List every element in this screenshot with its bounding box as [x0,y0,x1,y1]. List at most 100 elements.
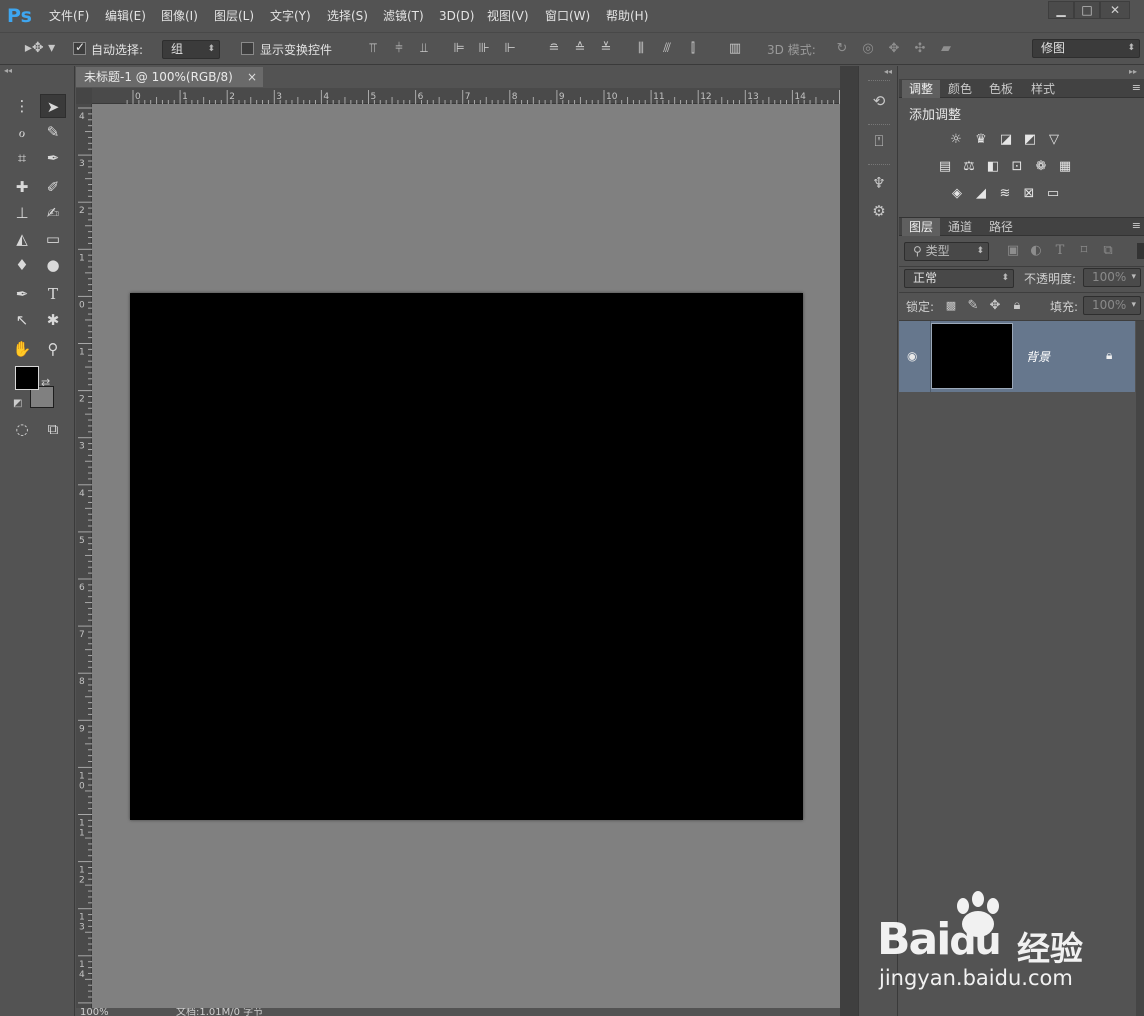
lock-all-icon[interactable]: 🔒︎ [1010,297,1024,315]
crop-tool-icon[interactable]: ⌗ [9,146,35,170]
align-hcenter-icon[interactable]: ⊪ [476,40,492,58]
filter-toggle[interactable] [1137,243,1144,259]
layer-filter-dropdown[interactable]: ⚲ 类型 ⬍ [904,242,989,261]
filter-adjust-icon[interactable]: ◐ [1028,242,1044,260]
lock-transparency-icon[interactable]: ▩ [944,297,958,315]
quick-select-tool-icon[interactable]: ✎ [40,120,66,144]
auto-select-dropdown[interactable]: 组 ⬍ [162,40,220,59]
quick-mask-icon[interactable]: ◌ [9,417,35,441]
distribute-left-icon[interactable]: ⫼ [633,40,649,58]
3d-scale-icon[interactable]: ▰ [937,40,955,58]
distribute-hcenter-icon[interactable]: ⫻ [659,40,675,58]
fill-input[interactable]: 100% ▾ [1083,296,1141,315]
panel-menu-icon[interactable]: ≡ [1132,81,1141,94]
menu-image[interactable]: 图像(I) [161,0,198,32]
channel-mixer-icon[interactable]: ❁ [1032,160,1050,174]
opacity-input[interactable]: 100% ▾ [1083,268,1141,287]
healing-brush-icon[interactable]: ✚ [9,175,35,199]
menu-file[interactable]: 文件(F) [49,0,89,32]
gradient-tool-icon[interactable]: ▭ [40,227,66,251]
panel-menu-icon[interactable]: ≡ [1132,219,1141,232]
path-select-icon[interactable]: ↖ [9,308,35,332]
filter-type-icon[interactable]: T [1052,242,1068,260]
workspace-dropdown[interactable]: 修图 ⬍ [1032,39,1140,58]
align-vcenter-icon[interactable]: ⫩ [391,40,407,58]
collapse-panels-icon[interactable]: ▸▸ [1129,67,1137,76]
brightness-contrast-icon[interactable]: ☼ [947,133,965,147]
layers-scrollbar[interactable] [1136,321,1144,1016]
gradient-map-icon[interactable]: ▭ [1044,187,1062,201]
menu-select[interactable]: 选择(S) [327,0,368,32]
clone-stamp-icon[interactable]: ⊥ [9,201,35,225]
eye-visibility-icon[interactable]: ◉ [907,349,921,363]
align-right-icon[interactable]: ⊩ [502,40,518,58]
close-button[interactable]: ✕ [1100,1,1130,19]
hand-tool-icon[interactable]: ✋ [9,337,35,361]
minimize-button[interactable]: ▁ [1048,1,1074,19]
3d-rotate-icon[interactable]: ↻ [833,40,851,58]
tab-paths[interactable]: 路径 [981,218,1021,236]
foreground-color-swatch[interactable] [15,366,39,390]
tool-presets-icon[interactable]: ⚙ [868,202,890,220]
align-top-icon[interactable]: ⫪ [365,40,381,58]
distribute-vcenter-icon[interactable]: ≙ [572,40,588,58]
move-tool-preset-icon[interactable]: ▸✥ ▾ [20,39,60,57]
ruler-vertical[interactable]: 432101234567891011121314 [76,104,92,1016]
invert-icon[interactable]: ◈ [948,187,966,201]
photo-filter-icon[interactable]: ⊡ [1008,160,1026,174]
expand-dock-icon[interactable]: ◂◂ [884,67,892,76]
zoom-tool-icon[interactable]: ⚲ [40,337,66,361]
screen-mode-icon[interactable]: ⧉ [40,417,66,441]
auto-select-checkbox[interactable] [73,40,86,55]
lock-position-icon[interactable]: ✥ [988,297,1002,315]
black-white-icon[interactable]: ◧ [984,160,1002,174]
menu-layer[interactable]: 图层(L) [214,0,254,32]
posterize-icon[interactable]: ◢ [972,187,990,201]
custom-shape-icon[interactable]: ✱ [40,308,66,332]
hue-saturation-icon[interactable]: ▤ [936,160,954,174]
tab-color[interactable]: 颜色 [941,80,979,98]
document-canvas[interactable] [130,293,803,820]
filter-pixel-icon[interactable]: ▣ [1005,242,1021,260]
levels-icon[interactable]: ♛ [972,133,990,147]
tab-adjustments[interactable]: 调整 [902,80,940,98]
distribute-right-icon[interactable]: ⫿ [685,40,701,58]
character-panel-icon[interactable]: ⍞ [868,132,890,150]
vibrance-icon[interactable]: ▽ [1045,133,1063,147]
brush-tool-icon[interactable]: ✐ [40,175,66,199]
align-left-icon[interactable]: ⊫ [451,40,467,58]
menu-type[interactable]: 文字(Y) [270,0,311,32]
tab-styles[interactable]: 样式 [1023,80,1063,98]
dodge-tool-icon[interactable]: ● [40,253,66,277]
type-tool-icon[interactable]: T [40,282,66,306]
selective-color-icon[interactable]: ⊠ [1020,187,1038,201]
blend-mode-dropdown[interactable]: 正常 ⬍ [904,269,1014,288]
collapse-icon[interactable]: ◂◂ [4,66,16,76]
move-tool-icon[interactable]: ➤ [40,94,66,118]
menu-filter[interactable]: 滤镜(T) [383,0,424,32]
menu-3d[interactable]: 3D(D) [439,0,474,32]
document-tab[interactable]: 未标题-1 @ 100%(RGB/8) × [76,67,263,87]
tab-channels[interactable]: 通道 [941,218,979,236]
threshold-icon[interactable]: ≋ [996,187,1014,201]
pen-tool-icon[interactable]: ✒ [9,282,35,306]
history-panel-icon[interactable]: ⟲ [868,92,890,110]
show-transform-checkbox[interactable] [241,42,254,55]
eraser-tool-icon[interactable]: ◭ [9,227,35,251]
maximize-button[interactable]: □ [1074,1,1100,19]
color-lookup-icon[interactable]: ▦ [1056,160,1074,174]
blur-tool-icon[interactable]: ♦ [9,253,35,277]
eyedropper-tool-icon[interactable]: ✒ [40,146,66,170]
lock-paint-icon[interactable]: ✎ [966,297,980,315]
lasso-tool-icon[interactable]: ℴ [9,120,35,144]
close-tab-icon[interactable]: × [247,67,257,87]
align-bottom-icon[interactable]: ⫫ [416,40,432,58]
layer-thumbnail[interactable] [931,323,1013,389]
menu-help[interactable]: 帮助(H) [606,0,648,32]
layer-name[interactable]: 背景 [1026,348,1050,365]
color-balance-icon[interactable]: ⚖ [960,160,978,174]
filter-smart-object-icon[interactable]: ⧉ [1100,242,1116,260]
filter-shape-icon[interactable]: ⌑ [1076,242,1092,260]
menu-edit[interactable]: 编辑(E) [105,0,146,32]
tab-layers[interactable]: 图层 [902,218,940,236]
